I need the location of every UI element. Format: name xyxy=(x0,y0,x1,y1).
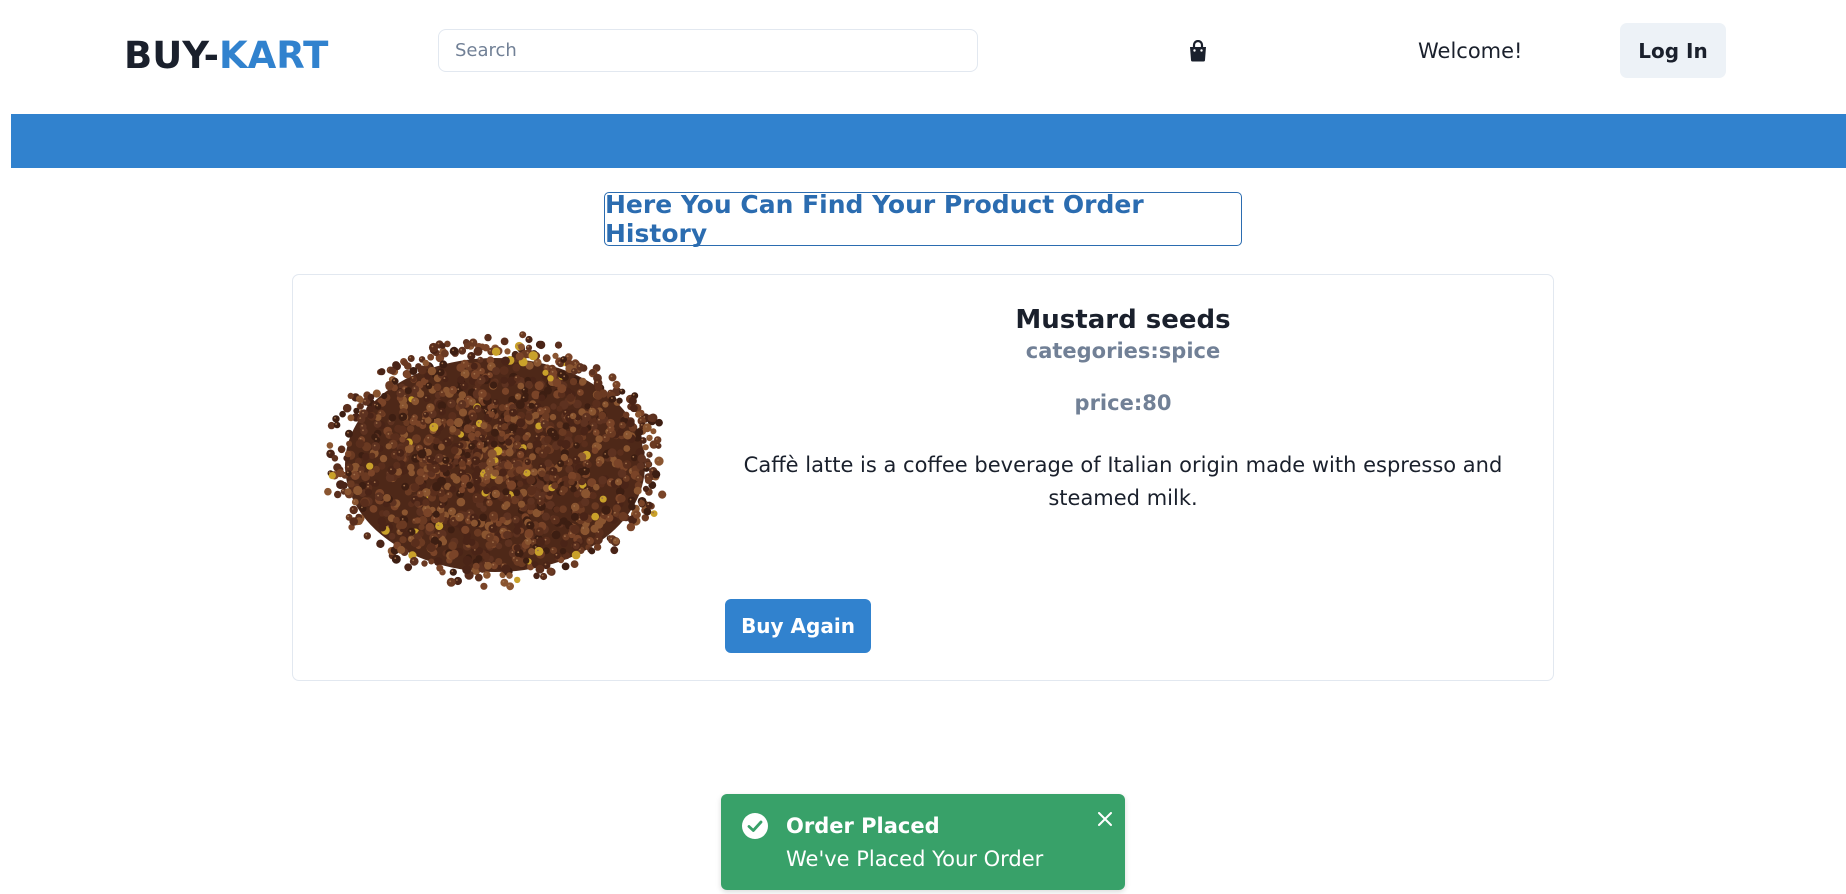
order-placed-toast: Order Placed We've Placed Your Order xyxy=(721,794,1125,890)
welcome-text: Welcome! xyxy=(1418,39,1523,63)
top-header: BUY-KART Welcome! Log In xyxy=(0,0,1846,114)
product-image xyxy=(315,311,673,621)
close-icon[interactable] xyxy=(1092,806,1118,832)
page-title: Here You Can Find Your Product Order His… xyxy=(604,190,1242,248)
page-title-text: Here You Can Find Your Product Order His… xyxy=(605,190,1144,248)
buy-again-button[interactable]: Buy Again xyxy=(725,599,871,653)
product-category: categories:spice xyxy=(1025,339,1221,363)
shopping-bag-icon[interactable] xyxy=(1188,39,1208,62)
logo-text-kart: KART xyxy=(218,34,329,77)
order-card: Mustard seeds categories:spice price:80 … xyxy=(292,274,1554,681)
logo[interactable]: BUY-KART xyxy=(124,34,328,78)
toast-title: Order Placed xyxy=(786,814,940,838)
blue-banner xyxy=(11,114,1846,168)
logo-text-buy: BUY- xyxy=(124,34,219,77)
check-circle-icon xyxy=(741,812,769,840)
product-name: Mustard seeds xyxy=(1015,305,1231,335)
login-button[interactable]: Log In xyxy=(1620,23,1726,78)
order-history-page: BUY-KART Welcome! Log In Here You Can Fi… xyxy=(0,0,1846,894)
mustard-seeds-image xyxy=(324,331,667,591)
product-description: Caffè latte is a coffee beverage of Ital… xyxy=(743,453,1503,510)
product-price: price:80 xyxy=(1074,391,1172,415)
product-info: Mustard seeds categories:spice price:80 … xyxy=(723,303,1523,515)
toast-message: We've Placed Your Order xyxy=(786,847,1044,871)
search-input[interactable] xyxy=(438,29,978,72)
